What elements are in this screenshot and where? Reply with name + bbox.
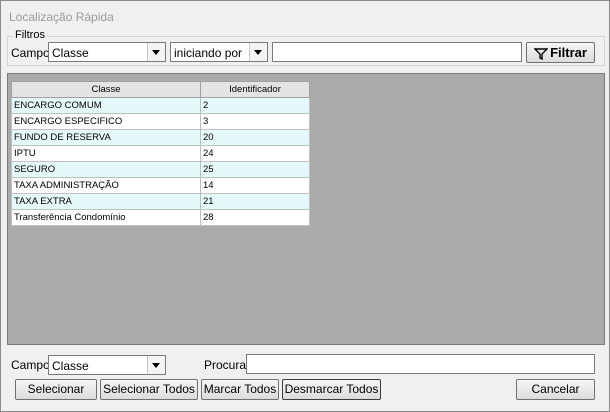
results-grid[interactable]: Classe Identificador ENCARGO COMUM 2 ENCA… <box>7 73 605 345</box>
procura-input[interactable] <box>246 354 595 374</box>
selecionar-todos-label: Selecionar Todos <box>103 382 195 396</box>
desmarcar-todos-button[interactable]: Desmarcar Todos <box>282 379 381 400</box>
filter-button[interactable]: Filtrar <box>526 42 595 63</box>
cell-classe: SEGURO <box>11 161 201 178</box>
bottom-campo-label: Campo: <box>11 358 54 372</box>
chevron-down-icon[interactable] <box>249 43 267 61</box>
cell-classe: TAXA EXTRA <box>11 193 201 210</box>
dialog-window: Localização Rápida Filtros Campo: Classe… <box>0 0 610 412</box>
match-mode-value: iniciando por <box>174 46 243 60</box>
selecionar-label: Selecionar <box>27 382 85 396</box>
marcar-todos-button[interactable]: Marcar Todos <box>201 379 279 400</box>
cell-classe: IPTU <box>11 145 201 162</box>
match-mode-select[interactable]: iniciando por <box>170 42 268 62</box>
desmarcar-todos-label: Desmarcar Todos <box>284 382 379 396</box>
marcar-todos-label: Marcar Todos <box>203 382 277 396</box>
cell-identificador: 3 <box>200 113 310 130</box>
cell-classe: TAXA ADMINISTRAÇÃO <box>11 177 201 194</box>
table-row[interactable]: SEGURO 25 <box>11 161 310 178</box>
chevron-down-icon[interactable] <box>147 356 165 374</box>
cell-identificador: 28 <box>200 209 310 226</box>
table-row[interactable]: IPTU 24 <box>11 145 310 162</box>
chevron-down-icon[interactable] <box>147 43 165 61</box>
cell-identificador: 2 <box>200 97 310 114</box>
table-row[interactable]: Transferência Condomínio 28 <box>11 209 310 226</box>
campo-label: Campo: <box>11 46 54 60</box>
selecionar-todos-button[interactable]: Selecionar Todos <box>100 379 198 400</box>
cell-classe: FUNDO DE RESERVA <box>11 129 201 146</box>
cancelar-label: Cancelar <box>531 382 580 396</box>
window-title: Localização Rápida <box>9 10 114 24</box>
cell-classe: Transferência Condomínio <box>11 209 201 226</box>
campo-select-value: Classe <box>52 46 89 60</box>
filter-search-input[interactable] <box>272 42 522 62</box>
table-row[interactable]: ENCARGO COMUM 2 <box>11 97 310 114</box>
campo-select[interactable]: Classe <box>48 42 166 62</box>
column-header-classe[interactable]: Classe <box>11 81 201 98</box>
cancelar-button[interactable]: Cancelar <box>516 379 595 400</box>
title-bar[interactable]: Localização Rápida <box>1 1 609 31</box>
cell-classe: ENCARGO ESPECIFICO <box>11 113 201 130</box>
selecionar-button[interactable]: Selecionar <box>15 379 97 400</box>
table-row[interactable]: TAXA ADMINISTRAÇÃO 14 <box>11 177 310 194</box>
cell-identificador: 24 <box>200 145 310 162</box>
table-row[interactable]: ENCARGO ESPECIFICO 3 <box>11 113 310 130</box>
bottom-campo-select[interactable]: Classe <box>48 355 166 375</box>
funnel-icon <box>534 47 549 60</box>
cell-identificador: 14 <box>200 177 310 194</box>
bottom-campo-value: Classe <box>52 359 89 373</box>
cell-identificador: 21 <box>200 193 310 210</box>
column-header-identificador[interactable]: Identificador <box>200 81 310 98</box>
cell-identificador: 20 <box>200 129 310 146</box>
filter-button-label: Filtrar <box>550 45 587 60</box>
table-row[interactable]: FUNDO DE RESERVA 20 <box>11 129 310 146</box>
table-header-row: Classe Identificador <box>11 81 310 98</box>
table-row[interactable]: TAXA EXTRA 21 <box>11 193 310 210</box>
procura-label: Procura: <box>204 358 250 372</box>
filters-legend: Filtros <box>13 29 47 41</box>
results-table: Classe Identificador ENCARGO COMUM 2 ENCA… <box>11 81 310 226</box>
cell-identificador: 25 <box>200 161 310 178</box>
cell-classe: ENCARGO COMUM <box>11 97 201 114</box>
